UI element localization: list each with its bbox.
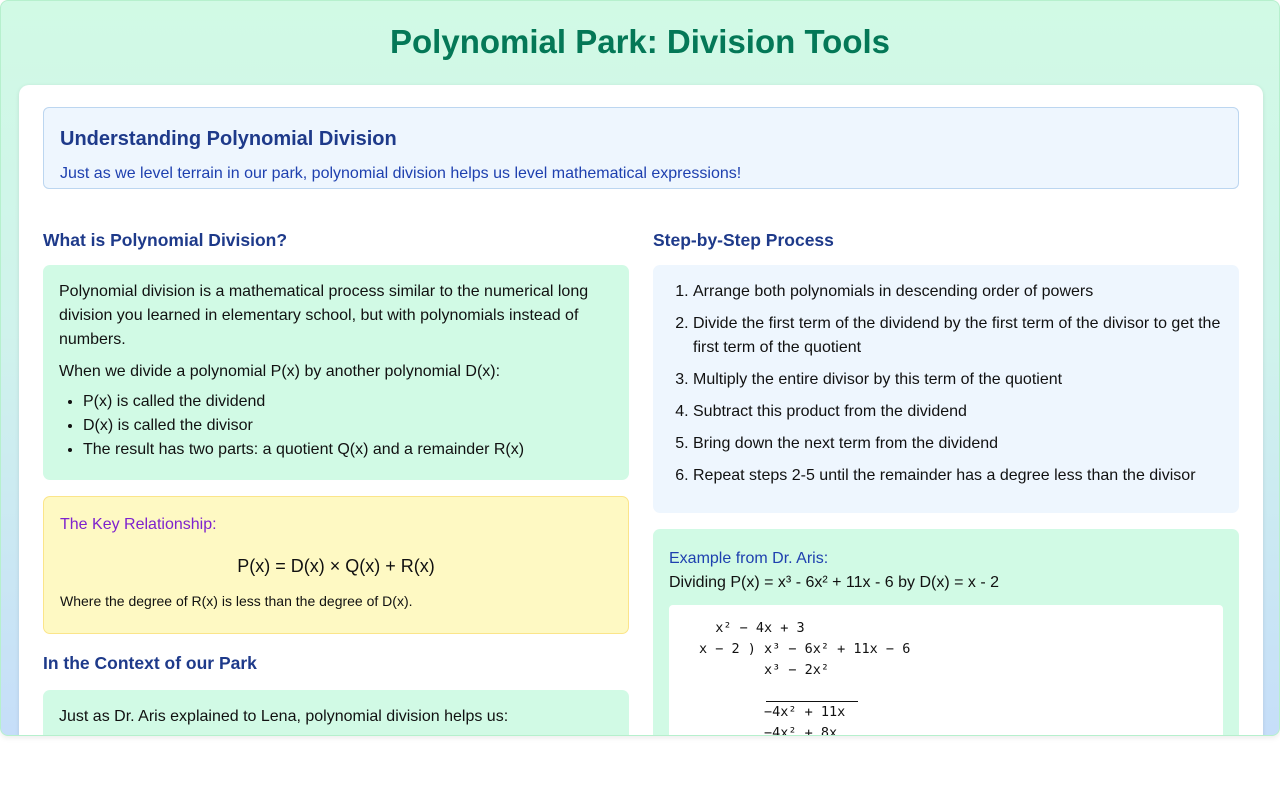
intro-text: Just as we level terrain in our park, po… [60,165,742,182]
context-heading: In the Context of our Park [43,653,257,673]
page-title: Polynomial Park: Division Tools [390,23,890,60]
subtract-line-2: −4x² + 8x [699,725,838,736]
steps-heading: Step-by-Step Process [653,230,834,250]
key-relationship-label: The Key Relationship: [60,516,217,533]
what-is-list: P(x) is called the dividend D(x) is call… [59,390,613,462]
what-is-paragraph-2: When we divide a polynomial P(x) by anot… [59,363,501,380]
division-rule [699,681,1193,702]
what-is-paragraph: Polynomial division is a mathematical pr… [59,283,589,348]
long-division-work: x² − 4x + 3 x − 2 ) x³ − 6x² + 11x − 6 x³… [669,605,1223,736]
step-item: Repeat steps 2-5 until the remainder has… [693,464,1223,488]
key-relationship-box: The Key Relationship: P(x) = D(x) × Q(x)… [43,496,629,634]
step-item: Arrange both polynomials in descending o… [693,280,1223,304]
app-frame: Polynomial Park: Division Tools Understa… [0,0,1280,736]
list-item: P(x) is called the dividend [83,390,613,414]
remainder-line-1: −4x² + 11x [699,704,846,720]
example-label: Example from Dr. Aris: [669,550,829,567]
content-card: Understanding Polynomial Division Just a… [19,85,1263,736]
what-is-heading: What is Polynomial Division? [43,230,288,250]
right-column: Step-by-Step Process Arrange both polyno… [653,229,1239,736]
context-box: Just as Dr. Aris explained to Lena, poly… [43,690,629,735]
steps-list: Arrange both polynomials in descending o… [669,280,1223,488]
quotient-line: x² − 4x + 3 [699,620,805,636]
step-item: Multiply the entire divisor by this term… [693,368,1223,392]
example-box: Example from Dr. Aris: Dividing P(x) = x… [653,529,1239,736]
subtract-line-1: x³ − 2x² [699,662,830,678]
intro-callout: Understanding Polynomial Division Just a… [43,107,1239,189]
what-is-box: Polynomial division is a mathematical pr… [43,265,629,480]
left-column: What is Polynomial Division? Polynomial … [43,229,629,735]
steps-box: Arrange both polynomials in descending o… [653,265,1239,513]
list-item: The result has two parts: a quotient Q(x… [83,438,613,462]
example-statement: Dividing P(x) = x³ - 6x² + 11x - 6 by D(… [669,574,1000,591]
intro-heading: Understanding Polynomial Division [60,128,397,150]
context-text: Just as Dr. Aris explained to Lena, poly… [59,708,509,725]
key-relationship-note: Where the degree of R(x) is less than th… [60,593,413,609]
division-line: x − 2 ) x³ − 6x² + 11x − 6 [699,641,911,657]
key-relationship-formula: P(x) = D(x) × Q(x) + R(x) [237,556,435,576]
list-item: D(x) is called the divisor [83,414,613,438]
step-item: Bring down the next term from the divide… [693,432,1223,456]
step-item: Divide the first term of the dividend by… [693,312,1223,360]
step-item: Subtract this product from the dividend [693,400,1223,424]
